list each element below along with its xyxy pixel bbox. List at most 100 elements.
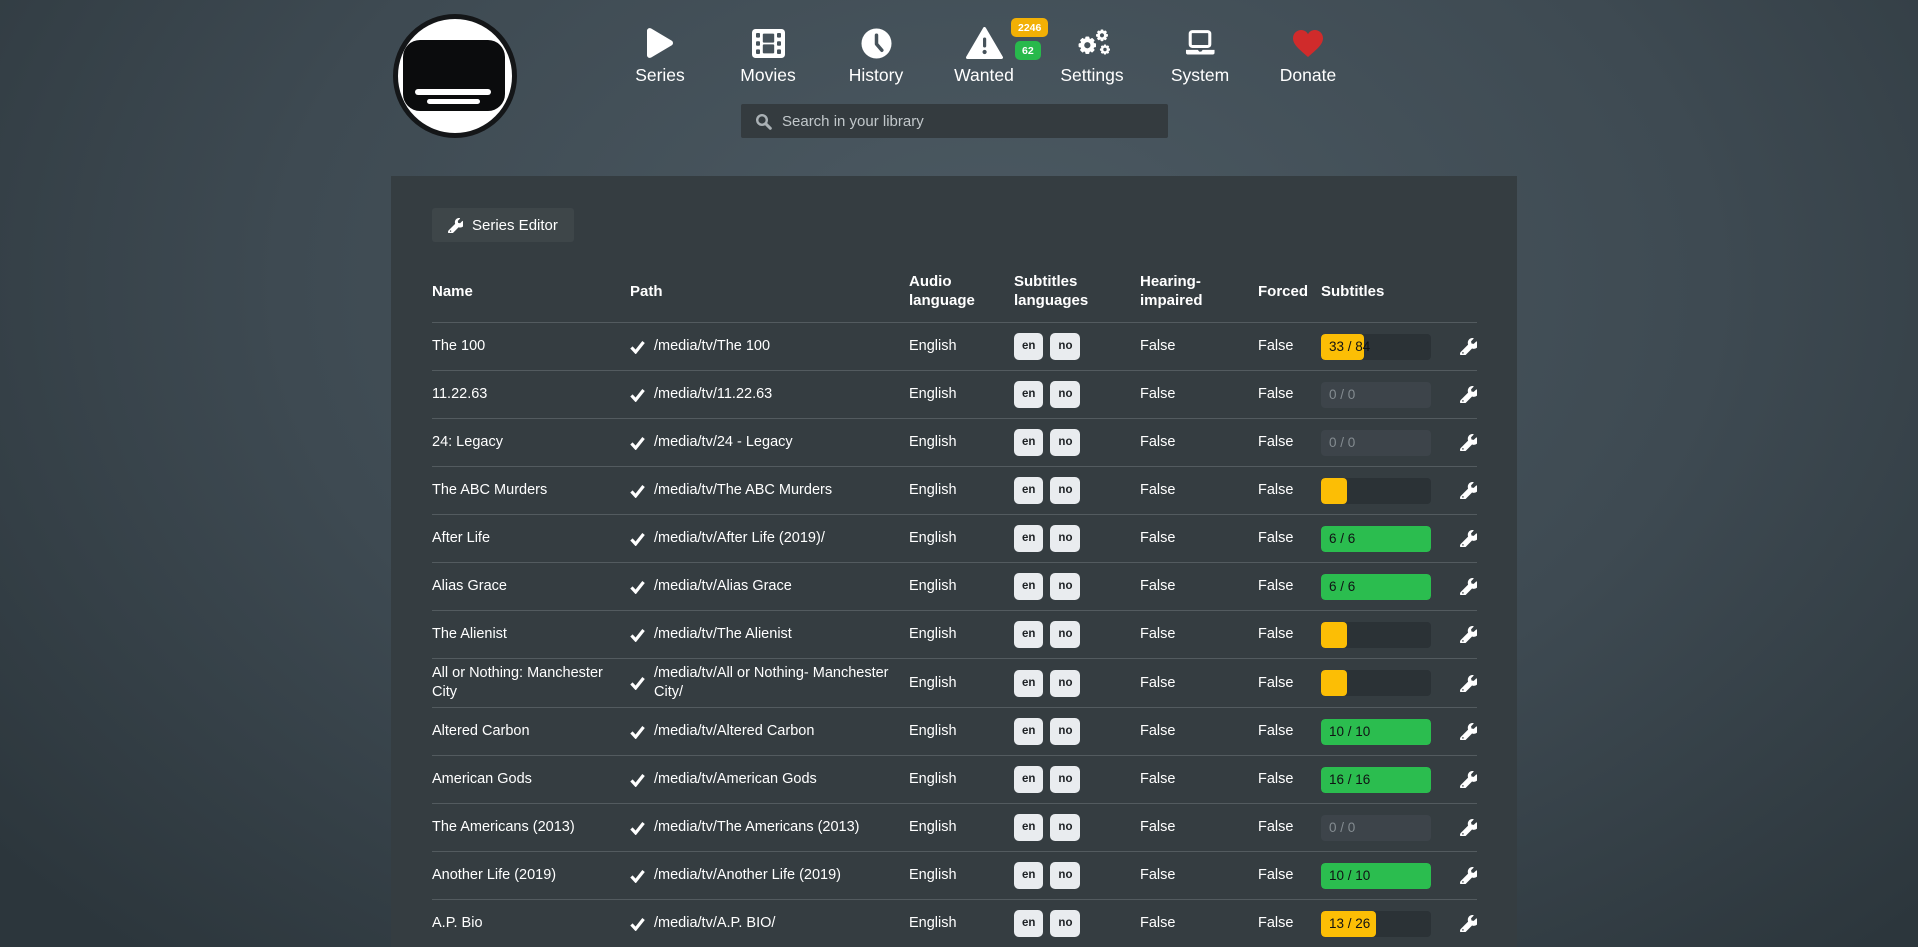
check-icon [630,821,645,835]
path-text: /media/tv/A.P. BIO/ [654,914,775,933]
language-badge: en [1014,862,1043,889]
check-icon [630,580,645,594]
subtitles-progress-label: 16 / 16 [1329,767,1370,793]
path-text: /media/tv/Alias Grace [654,577,792,596]
hearing-impaired-value: False [1140,813,1258,842]
wrench-icon [448,218,463,233]
subtitles-languages-cell: enno [1014,328,1140,365]
language-badge: no [1050,477,1080,504]
forced-value: False [1258,524,1321,553]
table-row: After Life /media/tv/After Life (2019)/ … [432,514,1477,562]
subtitles-progress-bar [1321,670,1431,696]
series-path: /media/tv/The 100 [630,332,909,361]
audio-language-value: English [909,332,1014,361]
nav-item-system[interactable]: System [1146,24,1254,86]
hearing-impaired-value: False [1140,669,1258,698]
audio-language-value: English [909,669,1014,698]
language-badge: no [1050,766,1080,793]
hearing-impaired-value: False [1140,524,1258,553]
subtitles-progress-bar: 6 / 6 [1321,526,1431,552]
audio-language-value: English [909,813,1014,842]
nav-item-series[interactable]: Series [606,24,714,86]
series-path: /media/tv/The Americans (2013) [630,813,909,842]
edit-series-button[interactable] [1460,578,1477,595]
warning-icon [966,24,1003,62]
series-path: /media/tv/11.22.63 [630,380,909,409]
language-badge: en [1014,718,1043,745]
forced-value: False [1258,476,1321,505]
edit-series-button[interactable] [1460,723,1477,740]
subtitles-languages-cell: enno [1014,713,1140,750]
check-icon [630,532,645,546]
series-name: 11.22.63 [432,380,630,409]
nav-item-history[interactable]: History [822,24,930,86]
check-icon [630,628,645,642]
path-text: /media/tv/The Americans (2013) [654,818,860,837]
path-text: /media/tv/The ABC Murders [654,481,832,500]
series-name: Altered Carbon [432,717,630,746]
language-badge: no [1050,333,1080,360]
nav-item-settings[interactable]: Settings [1038,24,1146,86]
edit-series-button[interactable] [1460,386,1477,403]
header-subtitles-languages: Subtitles languages [1014,272,1090,310]
edit-series-button[interactable] [1460,771,1477,788]
series-path: /media/tv/After Life (2019)/ [630,524,909,553]
path-text: /media/tv/24 - Legacy [654,433,793,452]
edit-series-button[interactable] [1460,626,1477,643]
table-row: A.P. Bio /media/tv/A.P. BIO/ English enn… [432,899,1477,947]
language-badge: en [1014,910,1043,937]
subtitles-progress-bar: 0 / 0 [1321,382,1431,408]
table-row: Altered Carbon /media/tv/Altered Carbon … [432,707,1477,755]
table-row: Alias Grace /media/tv/Alias Grace Englis… [432,562,1477,610]
hearing-impaired-value: False [1140,332,1258,361]
header-hearing-impaired: Hearing-impaired [1140,272,1224,310]
language-badge: en [1014,525,1043,552]
series-path: /media/tv/Altered Carbon [630,717,909,746]
subtitles-progress-label: 0 / 0 [1329,430,1355,456]
series-name: 24: Legacy [432,428,630,457]
series-path: /media/tv/The ABC Murders [630,476,909,505]
check-icon [630,869,645,883]
forced-value: False [1258,428,1321,457]
subtitles-languages-cell: enno [1014,616,1140,653]
series-name: The Alienist [432,620,630,649]
edit-series-button[interactable] [1460,675,1477,692]
subtitles-progress-bar: 16 / 16 [1321,767,1431,793]
subtitles-languages-cell: enno [1014,376,1140,413]
hearing-impaired-value: False [1140,476,1258,505]
edit-series-button[interactable] [1460,530,1477,547]
check-icon [630,484,645,498]
audio-language-value: English [909,476,1014,505]
edit-series-button[interactable] [1460,482,1477,499]
series-path: /media/tv/Alias Grace [630,572,909,601]
edit-series-button[interactable] [1460,867,1477,884]
nav-label: History [849,65,903,86]
nav-item-donate[interactable]: Donate [1254,24,1362,86]
edit-series-button[interactable] [1460,338,1477,355]
language-badge: no [1050,910,1080,937]
edit-series-button[interactable] [1460,915,1477,932]
gears-icon [1074,24,1111,62]
edit-series-button[interactable] [1460,434,1477,451]
main-navigation: Series Movies History Wanted224662 Setti… [606,24,1362,86]
subtitles-progress-label: 13 / 26 [1329,911,1370,937]
subtitles-languages-cell: enno [1014,424,1140,461]
play-icon [647,24,673,62]
subtitles-progress-label: 0 / 0 [1329,815,1355,841]
edit-series-button[interactable] [1460,819,1477,836]
nav-item-movies[interactable]: Movies [714,24,822,86]
bazarr-logo[interactable] [393,14,517,138]
series-name: The Americans (2013) [432,813,630,842]
table-row: Another Life (2019) /media/tv/Another Li… [432,851,1477,899]
nav-label: Movies [740,65,795,86]
table-row: The ABC Murders /media/tv/The ABC Murder… [432,466,1477,514]
wanted-count-badge: 62 [1015,41,1041,60]
series-editor-button[interactable]: Series Editor [432,208,574,242]
search-input[interactable] [782,113,1142,130]
nav-item-wanted[interactable]: Wanted224662 [930,24,1038,86]
series-path: /media/tv/Another Life (2019) [630,861,909,890]
audio-language-value: English [909,524,1014,553]
subtitles-progress-bar: 0 / 0 [1321,430,1431,456]
hearing-impaired-value: False [1140,572,1258,601]
language-badge: en [1014,814,1043,841]
